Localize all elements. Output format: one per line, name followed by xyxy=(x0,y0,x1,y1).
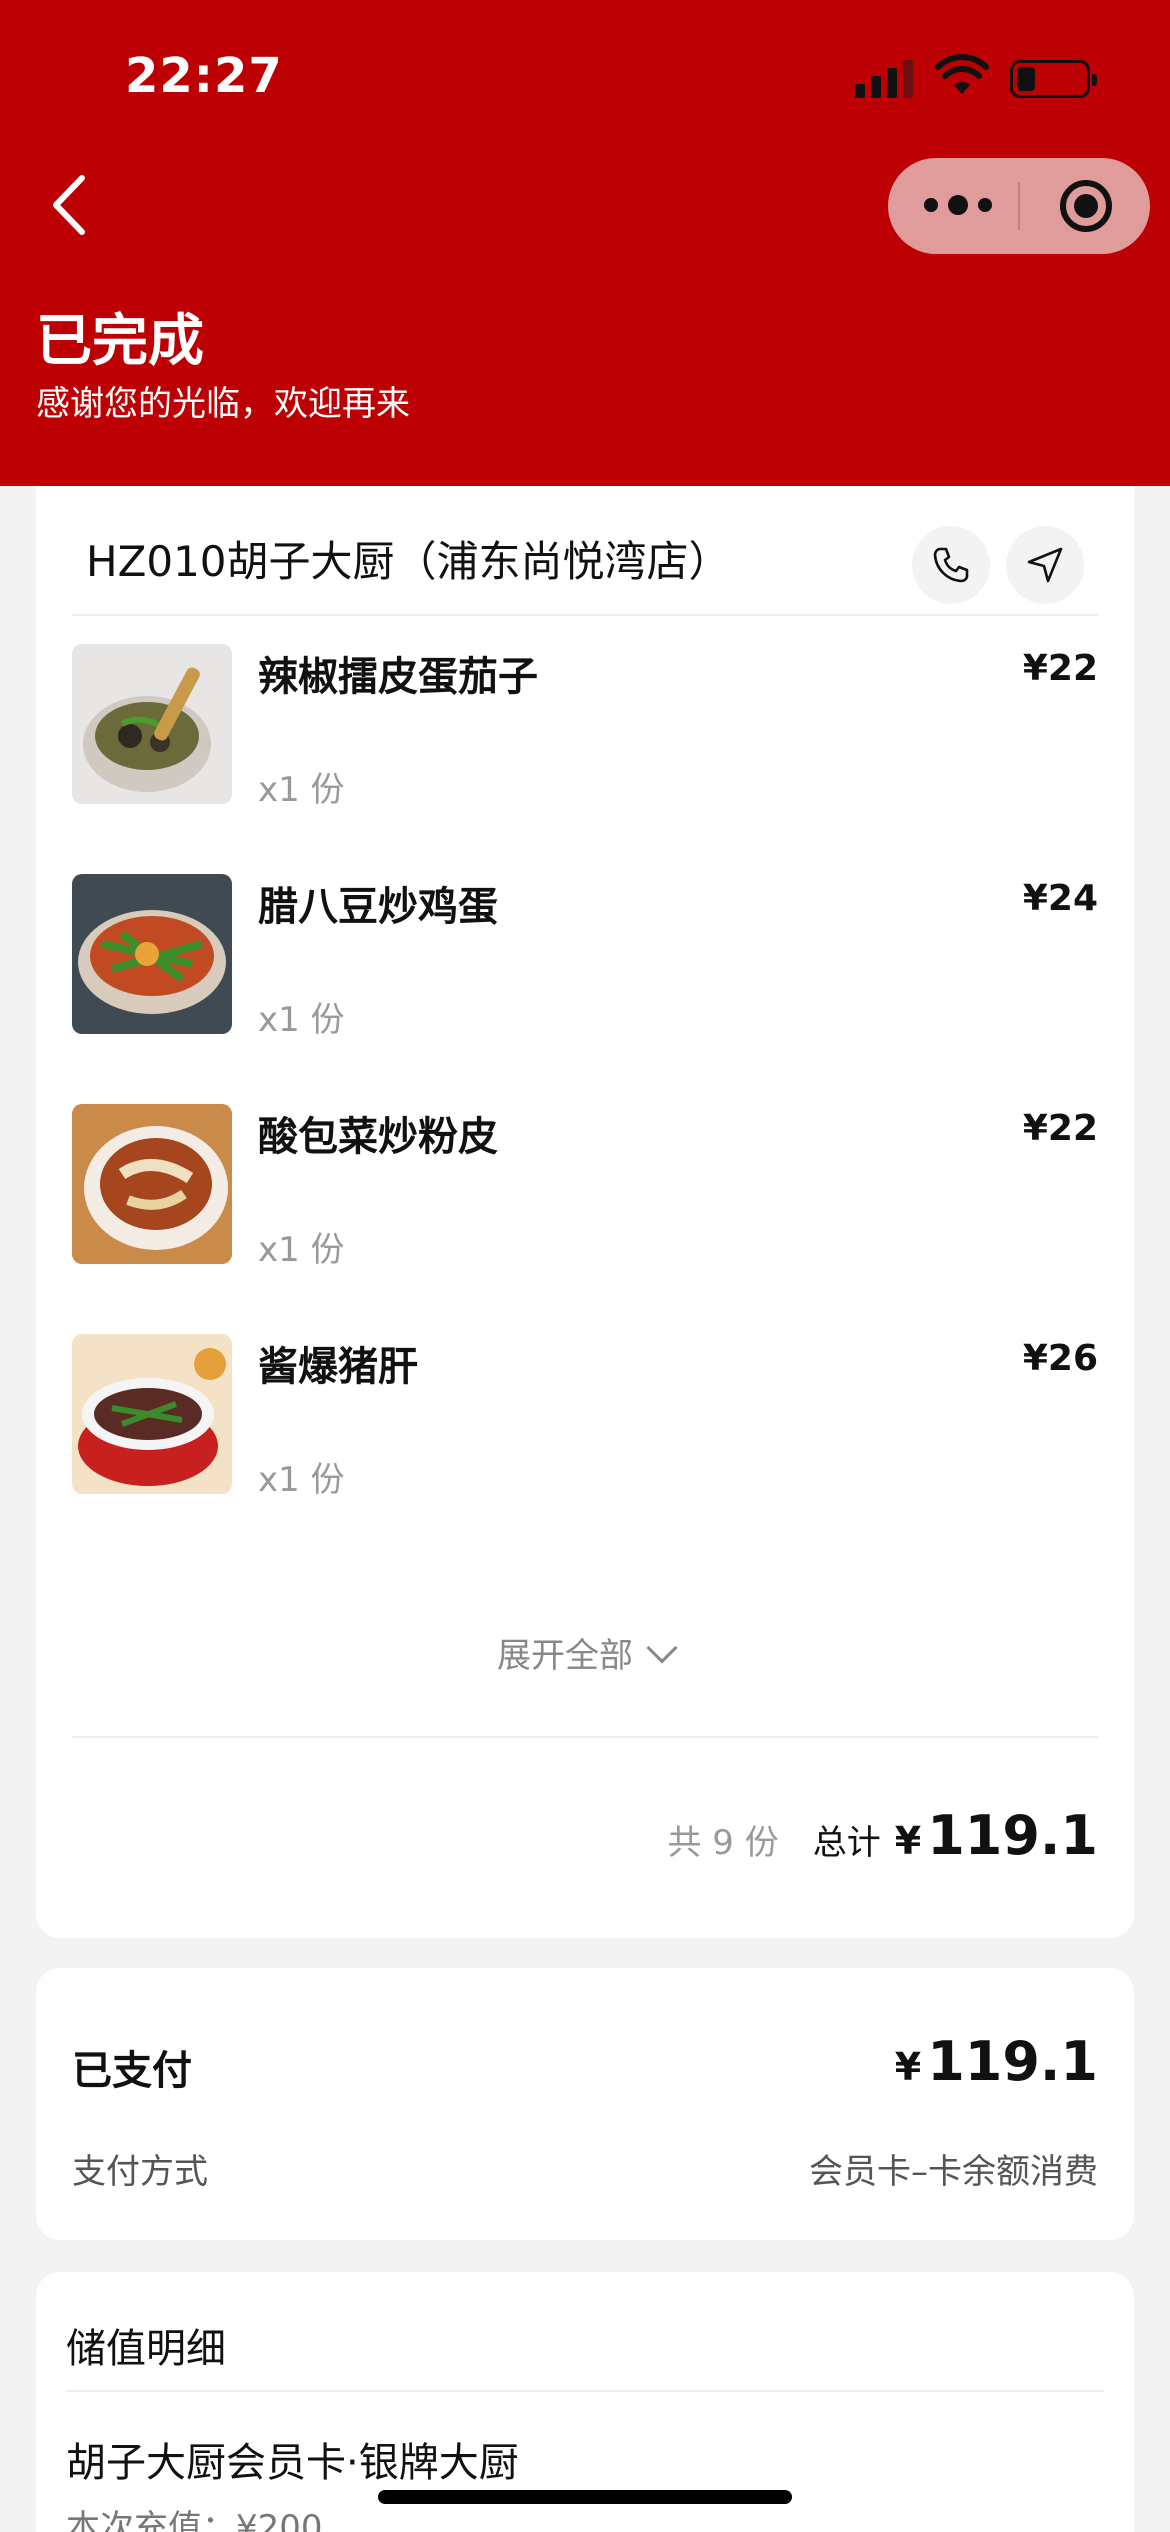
expand-all-label: 展开全部 xyxy=(497,1636,633,1676)
paid-label: 已支付 xyxy=(72,2048,192,2094)
item-name: 酸包菜炒粉皮 xyxy=(258,1114,498,1160)
payment-method-value: 会员卡–卡余额消费 xyxy=(809,2152,1098,2192)
order-header: 22:27 已完成 感谢您的光临，欢迎再来 xyxy=(0,0,1170,486)
chevron-down-icon xyxy=(646,1632,678,1664)
more-button[interactable] xyxy=(888,158,1018,254)
order-status-subtitle: 感谢您的光临，欢迎再来 xyxy=(36,384,410,424)
paid-amount-value: 119.1 xyxy=(927,2030,1098,2093)
item-quantity: x1 份 xyxy=(258,1000,345,1040)
battery-icon xyxy=(1010,60,1097,98)
currency-symbol: ¥ xyxy=(894,2045,922,2089)
stored-value-title: 储值明细 xyxy=(66,2326,226,2372)
order-item: 腊八豆炒鸡蛋 x1 份 ¥24 xyxy=(72,874,1098,1040)
call-store-button[interactable] xyxy=(912,526,990,604)
item-price: ¥22 xyxy=(1022,648,1098,689)
item-price: ¥24 xyxy=(1022,878,1098,919)
item-name: 酱爆猪肝 xyxy=(258,1344,418,1390)
total-label: 总计 xyxy=(812,1823,881,1863)
item-name: 辣椒擂皮蛋茄子 xyxy=(258,654,538,700)
divider xyxy=(66,2390,1104,2392)
navigate-button[interactable] xyxy=(1006,526,1084,604)
chevron-left-icon xyxy=(53,175,85,235)
home-indicator xyxy=(378,2490,792,2504)
close-miniprogram-button[interactable] xyxy=(1020,158,1150,254)
wifi-icon xyxy=(935,54,989,94)
item-price: ¥26 xyxy=(1022,1338,1098,1379)
item-quantity: x1 份 xyxy=(258,1230,345,1270)
order-summary: 共 9 份 总计 ¥ 119.1 xyxy=(667,1804,1098,1867)
order-status-title: 已完成 xyxy=(36,309,204,374)
store-name: HZ010胡子大厨（浦东尚悦湾店） xyxy=(86,537,731,586)
order-card: HZ010胡子大厨（浦东尚悦湾店） 辣椒擂皮蛋茄子 x1 份 ¥22 腊八豆炒鸡… xyxy=(36,486,1134,1938)
dish-image xyxy=(72,874,232,1034)
order-item: 酱爆猪肝 x1 份 ¥26 xyxy=(72,1334,1098,1500)
dish-image xyxy=(72,1334,232,1494)
item-quantity: x1 份 xyxy=(258,1460,345,1500)
item-count: 共 9 份 xyxy=(667,1823,779,1863)
item-name: 腊八豆炒鸡蛋 xyxy=(258,884,498,930)
paid-amount: ¥ 119.1 xyxy=(895,2030,1098,2093)
item-price: ¥22 xyxy=(1022,1108,1098,1149)
payment-card: 已支付 ¥ 119.1 支付方式 会员卡–卡余额消费 xyxy=(36,1968,1134,2240)
order-item: 酸包菜炒粉皮 x1 份 ¥22 xyxy=(72,1104,1098,1270)
recharge-amount: 本次充值：¥200 xyxy=(66,2508,323,2532)
back-button[interactable] xyxy=(40,170,100,240)
order-item: 辣椒擂皮蛋茄子 x1 份 ¥22 xyxy=(72,644,1098,810)
expand-all-button[interactable]: 展开全部 xyxy=(36,1628,1134,1677)
dish-image xyxy=(72,1104,232,1264)
divider xyxy=(72,614,1098,616)
payment-method-label: 支付方式 xyxy=(72,2152,208,2192)
member-card-name: 胡子大厨会员卡·银牌大厨 xyxy=(66,2440,519,2486)
item-quantity: x1 份 xyxy=(258,770,345,810)
signal-icon xyxy=(855,60,915,98)
navigation-arrow-icon xyxy=(1027,547,1063,583)
mini-program-capsule xyxy=(888,158,1150,254)
phone-icon xyxy=(933,547,969,583)
divider xyxy=(72,1736,1098,1738)
total-amount: 119.1 xyxy=(927,1804,1098,1867)
dish-image xyxy=(72,644,232,804)
currency-symbol: ¥ xyxy=(894,1819,922,1863)
status-time: 22:27 xyxy=(125,48,283,104)
